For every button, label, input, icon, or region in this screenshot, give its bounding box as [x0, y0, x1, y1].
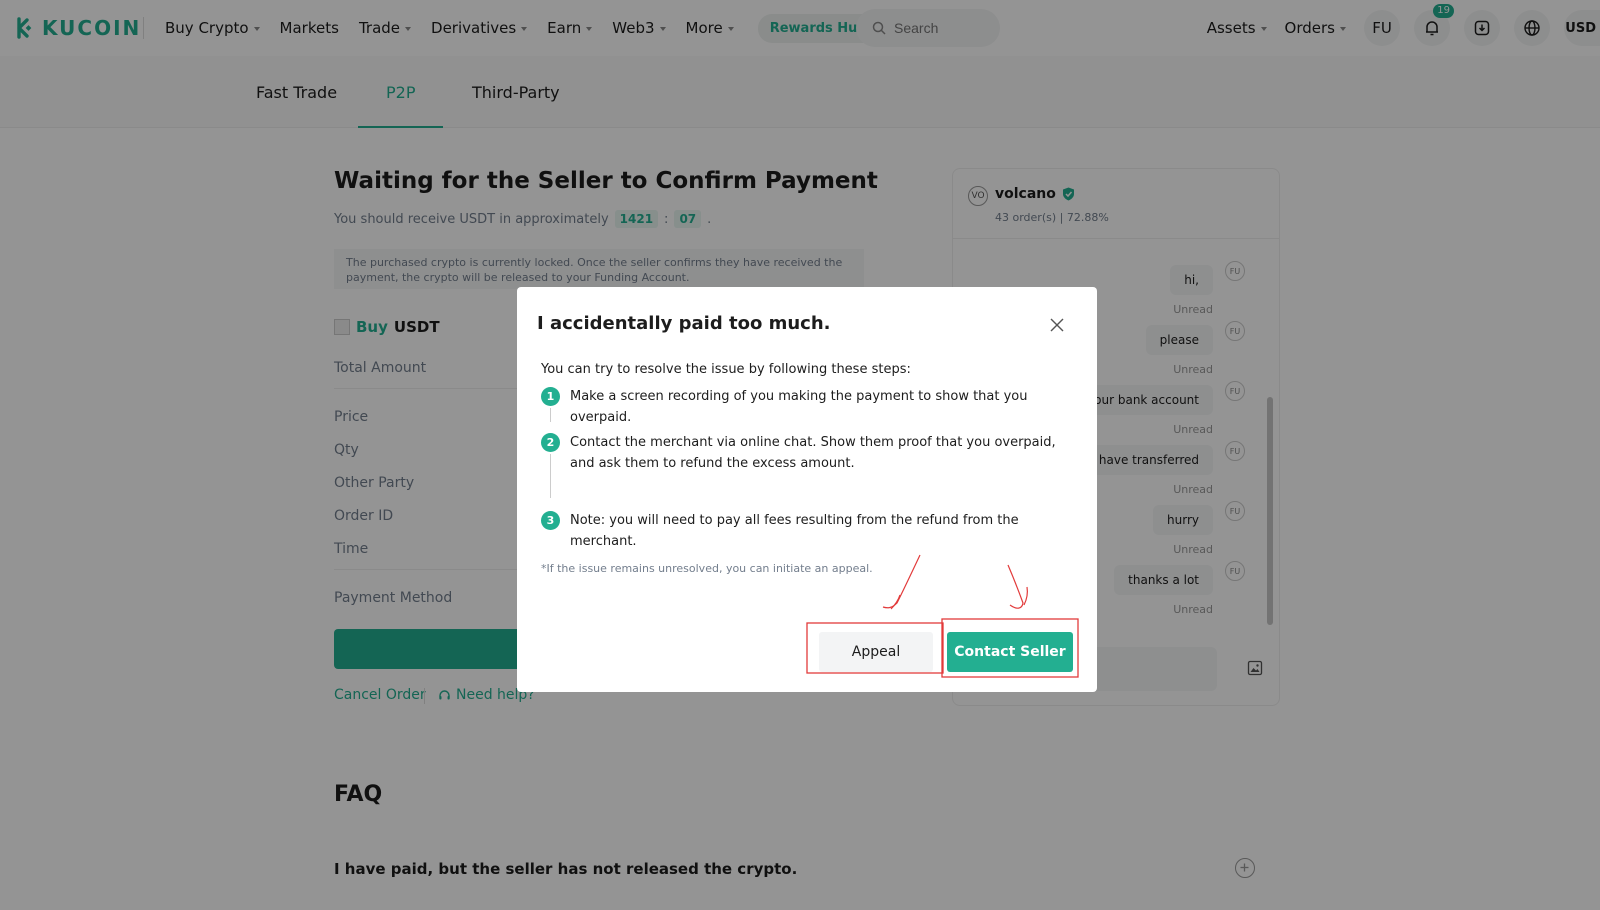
step-2: 2 Contact the merchant via online chat. … [541, 433, 1060, 474]
appeal-button[interactable]: Appeal [819, 632, 933, 672]
step-number: 2 [541, 433, 560, 452]
appeal-note: *If the issue remains unresolved, you ca… [541, 562, 873, 575]
step-text: Contact the merchant via online chat. Sh… [570, 435, 1056, 471]
step-3: 3 Note: you will need to pay all fees re… [541, 511, 1060, 552]
close-icon[interactable] [1049, 317, 1065, 333]
modal-title: I accidentally paid too much. [537, 313, 831, 334]
step-text: Make a screen recording of you making th… [570, 389, 1028, 425]
step-number: 3 [541, 511, 560, 530]
step-text: Note: you will need to pay all fees resu… [570, 513, 1019, 549]
contact-seller-button[interactable]: Contact Seller [947, 632, 1073, 672]
step-number: 1 [541, 387, 560, 406]
step-1: 1 Make a screen recording of you making … [541, 387, 1060, 428]
overpaid-modal: I accidentally paid too much. You can tr… [517, 287, 1097, 692]
modal-intro: You can try to resolve the issue by foll… [541, 362, 911, 377]
